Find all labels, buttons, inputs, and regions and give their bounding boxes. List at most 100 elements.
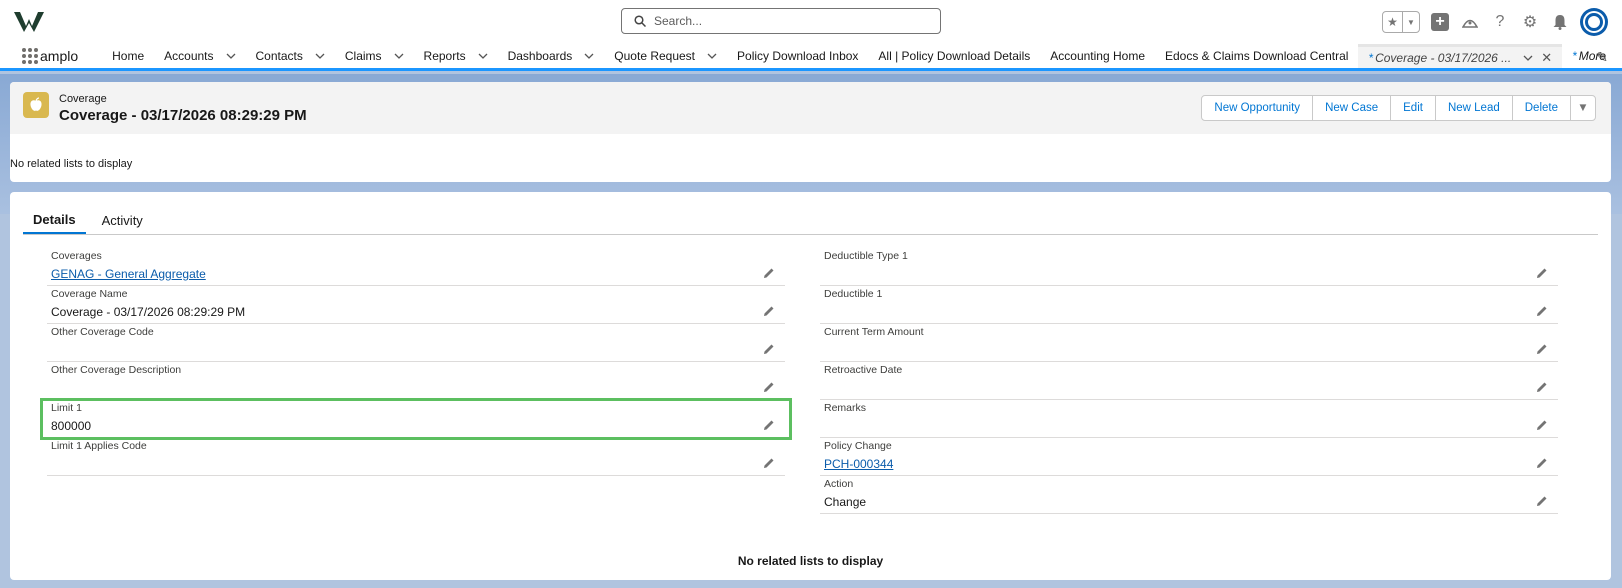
favorites-star-icon[interactable]: ★: [1383, 12, 1403, 32]
chevron-down-icon[interactable]: [1523, 53, 1533, 63]
app-launcher-icon[interactable]: [22, 44, 38, 68]
record-tabset: Details Activity: [23, 206, 1598, 235]
favorites-button-group[interactable]: ★ ▼: [1382, 11, 1420, 33]
nav-label[interactable]: Accounts: [164, 49, 213, 63]
more-actions-dropdown-icon[interactable]: ▼: [1570, 95, 1596, 121]
details-right-column: Deductible Type 1 Deductible 1 Current T…: [820, 248, 1558, 514]
chevron-down-icon[interactable]: [394, 51, 404, 61]
nav-item-policy-download-inbox[interactable]: Policy Download Inbox: [727, 44, 868, 68]
record-action-buttons: New Opportunity New Case Edit New Lead D…: [1201, 95, 1596, 121]
nav-item-quote-request[interactable]: Quote Request: [604, 44, 727, 68]
edit-pencil-icon[interactable]: [763, 343, 775, 355]
edit-pencil-icon[interactable]: [763, 267, 775, 279]
nav-item-accounts[interactable]: Accounts: [154, 44, 245, 68]
chevron-down-icon[interactable]: [584, 51, 594, 61]
field-limit-1: Limit 1 800000: [40, 398, 792, 440]
nav-tab-coverage-record[interactable]: * Coverage - 03/17/2026 ... ✕: [1358, 44, 1563, 68]
field-label: Other Coverage Code: [51, 326, 154, 338]
edit-pencil-icon[interactable]: [763, 305, 775, 317]
delete-button[interactable]: Delete: [1511, 95, 1571, 121]
edit-pencil-icon[interactable]: [1536, 495, 1548, 507]
app-navigation-bar: amplo Home Accounts Contacts Claims Repo…: [0, 44, 1622, 71]
field-value: 800000: [51, 419, 92, 433]
field-retroactive-date: Retroactive Date: [820, 362, 1558, 400]
nav-item-dashboards[interactable]: Dashboards: [498, 44, 605, 68]
edit-pencil-icon[interactable]: [763, 419, 775, 431]
record-header-card: Coverage Coverage - 03/17/2026 08:29:29 …: [10, 82, 1611, 182]
nav-label[interactable]: Contacts: [256, 49, 303, 63]
edit-pencil-icon[interactable]: [1536, 381, 1548, 393]
field-label: Remarks: [824, 402, 867, 414]
field-deductible-type-1: Deductible Type 1: [820, 248, 1558, 286]
edit-button[interactable]: Edit: [1390, 95, 1436, 121]
edit-nav-pencil-icon[interactable]: ✎: [1596, 49, 1608, 66]
field-label: Deductible 1: [824, 288, 883, 300]
field-current-term-amount: Current Term Amount: [820, 324, 1558, 362]
nav-item-contacts[interactable]: Contacts: [246, 44, 335, 68]
field-label: Action: [824, 478, 854, 490]
field-label: Deductible Type 1: [824, 250, 908, 262]
nav-item-policy-download-details[interactable]: All | Policy Download Details: [868, 44, 1040, 68]
setup-gear-icon[interactable]: ⚙: [1520, 12, 1540, 32]
nav-label[interactable]: Reports: [424, 49, 466, 63]
nav-label[interactable]: Home: [112, 49, 144, 63]
field-label: Policy Change: [824, 440, 892, 452]
nav-label[interactable]: All | Policy Download Details: [878, 49, 1030, 63]
coverages-link[interactable]: GENAG - General Aggregate: [51, 267, 206, 281]
close-tab-icon[interactable]: ✕: [1541, 50, 1552, 66]
edit-pencil-icon[interactable]: [1536, 457, 1548, 469]
nav-tab-label[interactable]: Coverage - 03/17/2026 ...: [1375, 51, 1511, 65]
company-logo[interactable]: [14, 10, 44, 32]
avatar[interactable]: [1580, 8, 1608, 36]
new-opportunity-button[interactable]: New Opportunity: [1201, 95, 1314, 121]
nav-item-reports[interactable]: Reports: [414, 44, 498, 68]
new-lead-button[interactable]: New Lead: [1434, 95, 1513, 121]
nav-label[interactable]: Dashboards: [508, 49, 573, 63]
field-remarks: Remarks: [820, 400, 1558, 438]
nav-label[interactable]: Policy Download Inbox: [737, 49, 858, 63]
edit-pencil-icon[interactable]: [1536, 343, 1548, 355]
field-limit-1-applies-code: Limit 1 Applies Code: [47, 438, 785, 476]
edit-pencil-icon[interactable]: [1536, 305, 1548, 317]
favorites-dropdown-icon[interactable]: ▼: [1403, 12, 1419, 32]
add-icon[interactable]: +: [1430, 12, 1450, 32]
field-value: Coverage - 03/17/2026 08:29:29 PM: [51, 305, 246, 319]
edit-pencil-icon[interactable]: [1536, 267, 1548, 279]
record-title: Coverage - 03/17/2026 08:29:29 PM: [59, 107, 307, 124]
notifications-bell-icon[interactable]: [1550, 12, 1570, 32]
nav-item-edocs-claims-download[interactable]: Edocs & Claims Download Central: [1155, 44, 1358, 68]
edit-pencil-icon[interactable]: [763, 457, 775, 469]
chevron-down-icon[interactable]: [226, 51, 236, 61]
nav-item-accounting-home[interactable]: Accounting Home: [1040, 44, 1155, 68]
chevron-down-icon[interactable]: [478, 51, 488, 61]
nav-label[interactable]: Quote Request: [614, 49, 695, 63]
field-other-coverage-code: Other Coverage Code: [47, 324, 785, 362]
edit-pencil-icon[interactable]: [763, 381, 775, 393]
field-label: Coverage Name: [51, 288, 128, 300]
field-policy-change: Policy Change PCH-000344: [820, 438, 1558, 476]
edit-pencil-icon[interactable]: [1536, 419, 1548, 431]
tab-details[interactable]: Details: [23, 206, 86, 234]
policy-change-link[interactable]: PCH-000344: [824, 457, 893, 471]
field-label: Limit 1 Applies Code: [51, 440, 147, 452]
chevron-down-icon[interactable]: [315, 51, 325, 61]
nav-more-menu[interactable]: * More ▼: [1562, 44, 1622, 68]
nav-label[interactable]: Accounting Home: [1050, 49, 1145, 63]
unsaved-marker: *: [1368, 50, 1374, 65]
nav-item-claims[interactable]: Claims: [335, 44, 414, 68]
field-label: Current Term Amount: [824, 326, 924, 338]
trailhead-icon[interactable]: [1460, 12, 1480, 32]
app-name: amplo: [40, 48, 79, 64]
help-icon[interactable]: ?: [1490, 12, 1510, 32]
nav-label[interactable]: Edocs & Claims Download Central: [1165, 49, 1348, 63]
tab-activity[interactable]: Activity: [92, 206, 153, 234]
new-case-button[interactable]: New Case: [1312, 95, 1392, 121]
global-search-input[interactable]: Search...: [621, 8, 941, 34]
nav-label[interactable]: Claims: [345, 49, 382, 63]
nav-item-home[interactable]: Home: [102, 44, 154, 68]
field-label: Limit 1: [51, 402, 82, 414]
global-header: Search... ★ ▼ + ? ⚙: [0, 0, 1622, 44]
object-type-label: Coverage: [59, 93, 107, 105]
field-coverage-name: Coverage Name Coverage - 03/17/2026 08:2…: [47, 286, 785, 324]
chevron-down-icon[interactable]: [707, 51, 717, 61]
